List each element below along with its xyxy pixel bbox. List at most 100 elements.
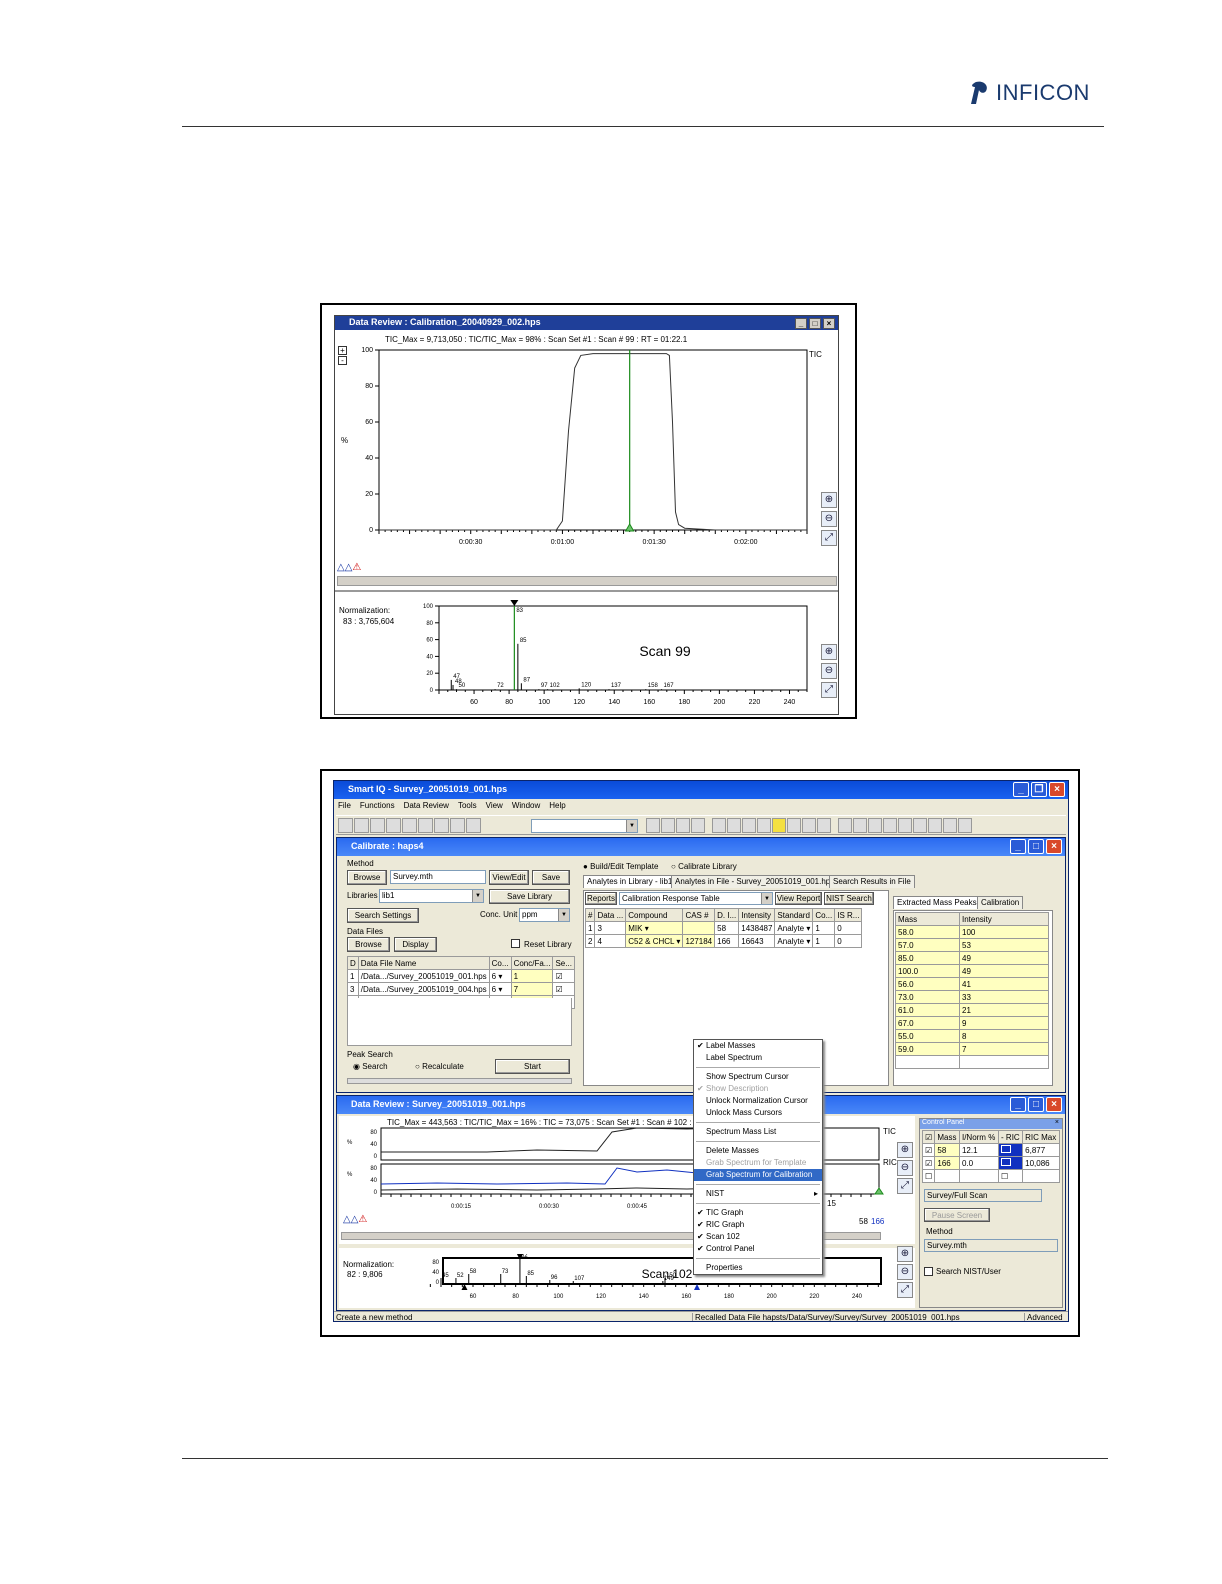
save-icon[interactable] [386, 818, 401, 833]
app-restore-button[interactable]: ❐ [1031, 782, 1047, 797]
maximize-button[interactable]: □ [809, 318, 821, 329]
menu-window[interactable]: Window [512, 801, 540, 813]
mass-peak-mass[interactable]: 55.0 [895, 1029, 960, 1043]
mass-peak-mass[interactable]: 61.0 [895, 1003, 960, 1017]
calibrate-minimize-button[interactable]: _ [1010, 839, 1026, 854]
survey-mass-cursor-icons[interactable]: △△⚠ [343, 1214, 367, 1225]
menu-item-ric-graph[interactable]: ✔ RIC Graph [694, 1219, 822, 1231]
mass-peak-mass[interactable]: 58.0 [895, 925, 960, 939]
tab-calibration[interactable]: Calibration [977, 896, 1024, 909]
data-review-titlebar[interactable]: Data Review : Calibration_20040929_002.h… [335, 316, 838, 330]
table-row[interactable]: 61.0 21 [895, 1003, 1049, 1017]
data-file-index[interactable]: 1 [347, 969, 359, 983]
data-file-index[interactable]: 3 [347, 982, 359, 996]
method-browse-button[interactable]: Browse [347, 870, 387, 885]
build-template-radio[interactable]: ● Build/Edit Template [583, 862, 658, 871]
mass-peaks-table[interactable]: Mass Intensity 58.0 100 57.0 53 85.0 49 100.0 49 5… [895, 912, 1049, 1069]
table-row[interactable]: 59.0 7 [895, 1042, 1049, 1056]
reports-select[interactable]: Calibration Response Table ▼ [619, 892, 773, 905]
menu-item-label-masses[interactable]: ✔ Label Masses [694, 1040, 822, 1052]
mass-peak-intensity[interactable]: 21 [959, 1003, 1049, 1017]
data-files-browse-button[interactable]: Browse [347, 937, 390, 952]
tic-chart[interactable]: 0 20 40 60 80 100 0:00:30 0:01:00 0:01:30 0:02:00 [335, 342, 815, 562]
mass-peak-mass[interactable]: 73.0 [895, 990, 960, 1004]
table-row[interactable]: 55.0 8 [895, 1029, 1049, 1043]
table-row[interactable]: 56.0 41 [895, 977, 1049, 991]
menu-item-unlock-normalization-cursor[interactable]: Unlock Normalization Cursor [694, 1095, 822, 1107]
control-panel-inorm[interactable]: 12.1 [958, 1143, 1000, 1157]
save-library-button[interactable]: Save Library [489, 889, 570, 904]
file-j-icon[interactable] [928, 818, 942, 833]
help-icon[interactable] [466, 818, 481, 833]
data-file-conc[interactable]: 1 [510, 969, 554, 983]
spectrum-chart[interactable]: 0 20 40 60 80 100 60 80 100 120 140 160 180 200 220 240… [335, 598, 815, 715]
data-file-select-checkbox[interactable]: ☑ [552, 969, 575, 983]
mass-peak-intensity[interactable]: 8 [959, 1029, 1049, 1043]
file-d-icon[interactable] [838, 818, 852, 833]
warning-icon[interactable] [772, 818, 786, 833]
analyte-intensity[interactable]: 16643 [738, 934, 776, 948]
menu-item-nist[interactable]: NIST ▸ [694, 1188, 822, 1200]
mass-peak-mass[interactable]: 57.0 [895, 938, 960, 952]
file-l-icon[interactable] [958, 818, 972, 833]
table-row[interactable]: ☑ 166 0.0 10,086 [921, 1156, 1060, 1170]
survey-spec-zoom-in-icon[interactable]: ⊕ [897, 1246, 913, 1262]
control-panel-empty-cell[interactable]: ☐ [998, 1169, 1024, 1183]
file-k-icon[interactable] [943, 818, 957, 833]
tab-analytes-library[interactable]: Analytes in Library - lib1 [583, 875, 677, 888]
print-setup-icon[interactable] [354, 818, 369, 833]
analyte-standard[interactable]: Analyte ▾ [774, 934, 814, 948]
calibrate-library-radio[interactable]: ○ Calibrate Library [671, 862, 737, 871]
ric-color-swatch[interactable] [1001, 1145, 1012, 1153]
search-nist-checkbox[interactable] [924, 1267, 933, 1276]
reports-button[interactable]: Reports [585, 892, 617, 905]
zoom-in-icon[interactable]: ⊕ [821, 492, 837, 508]
menu-item-properties[interactable]: Properties [694, 1262, 822, 1274]
table-row[interactable]: 73.0 33 [895, 990, 1049, 1004]
analyte-compound[interactable]: MIK ▾ [625, 921, 684, 935]
control-panel-empty-cell[interactable] [934, 1169, 960, 1183]
survey-zoom-in-icon[interactable]: ⊕ [897, 1142, 913, 1158]
file-e-icon[interactable] [853, 818, 867, 833]
menu-item-tic-graph[interactable]: ✔ TIC Graph [694, 1207, 822, 1219]
mass-peak-mass[interactable]: 67.0 [895, 1016, 960, 1030]
file-g-icon[interactable] [883, 818, 897, 833]
menu-item-unlock-mass-cursors[interactable]: Unlock Mass Cursors [694, 1107, 822, 1119]
mass-peak-mass[interactable]: 59.0 [895, 1042, 960, 1056]
nist-search-button[interactable]: NIST Search [824, 892, 874, 905]
open-icon[interactable] [338, 818, 353, 833]
app-close-button[interactable]: × [1049, 782, 1065, 797]
file-c-icon[interactable] [817, 818, 831, 833]
table-row-empty[interactable] [895, 1055, 1049, 1069]
survey-spec-zoom-out-icon[interactable]: ⊖ [897, 1264, 913, 1280]
survey-zoom-out-icon[interactable]: ⊖ [897, 1160, 913, 1176]
search-radio[interactable]: ◉ Search [353, 1062, 388, 1071]
table-row[interactable]: 100.0 49 [895, 964, 1049, 978]
table-row[interactable]: 67.0 9 [895, 1016, 1049, 1030]
data-file-select-checkbox[interactable]: ☑ [552, 982, 575, 996]
nist-icon[interactable] [757, 818, 771, 833]
tab-analytes-file[interactable]: Analytes in File - Survey_20051019_001.h… [671, 875, 839, 888]
spectrum-zoom-out-icon[interactable]: ⊖ [821, 663, 837, 679]
tune-icon[interactable] [402, 818, 417, 833]
mass-peak-intensity[interactable]: 33 [959, 990, 1049, 1004]
toolbar-combo[interactable]: ▼ [531, 819, 638, 833]
mass-peak-mass[interactable] [895, 1055, 960, 1069]
display-button[interactable]: Display [394, 937, 437, 952]
calibrate-close-button[interactable]: × [1046, 839, 1062, 854]
menu-view[interactable]: View [486, 801, 503, 813]
data-file-conc[interactable]: 7 [510, 982, 554, 996]
analyte-cas[interactable] [682, 921, 716, 935]
table-row[interactable]: 1 3 MIK ▾ 58 1438487 Analyte ▾ 1 0 [584, 921, 863, 935]
mass-peak-intensity[interactable]: 100 [959, 925, 1049, 939]
file-b-icon[interactable] [802, 818, 816, 833]
mass-peak-intensity[interactable]: 9 [959, 1016, 1049, 1030]
image-icon[interactable] [418, 818, 433, 833]
table-row[interactable]: 57.0 53 [895, 938, 1049, 952]
minimize-button[interactable]: _ [795, 318, 807, 329]
tab-search-results[interactable]: Search Results in File [829, 875, 915, 888]
analyte-data-file[interactable]: 3 [594, 921, 627, 935]
menu-item-label-spectrum[interactable]: Label Spectrum [694, 1052, 822, 1064]
analyte-intensity[interactable]: 1438487 [738, 921, 776, 935]
analyte-di[interactable]: 166 [714, 934, 740, 948]
